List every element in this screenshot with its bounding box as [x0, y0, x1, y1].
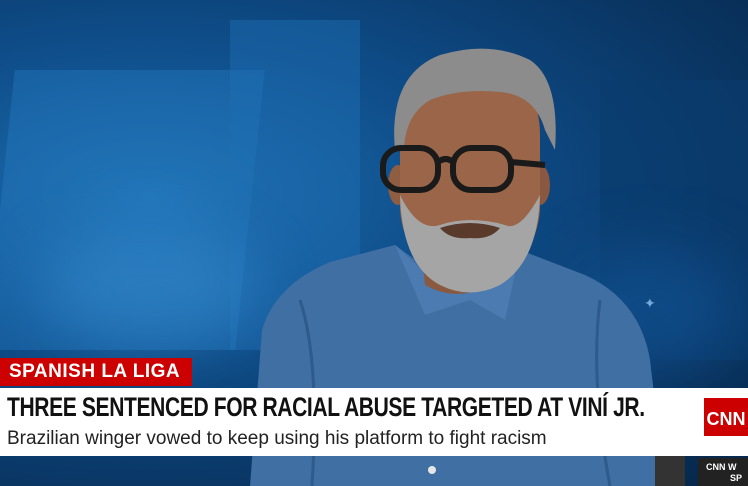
subheadline: Brazilian winger vowed to keep using his… — [7, 428, 547, 449]
logo-text: CNN — [707, 409, 746, 429]
corner-line: CNN W — [706, 462, 737, 472]
chair — [655, 455, 685, 486]
corner-tag: CNN W SP — [698, 458, 748, 486]
shirt-button — [428, 466, 436, 474]
headline: THREE SENTENCED FOR RACIAL ABUSE TARGETE… — [7, 392, 645, 422]
corner-line: SP — [730, 473, 743, 483]
cnn-logo: CNN — [704, 398, 748, 436]
category-tag: SPANISH LA LIGA — [0, 358, 193, 386]
